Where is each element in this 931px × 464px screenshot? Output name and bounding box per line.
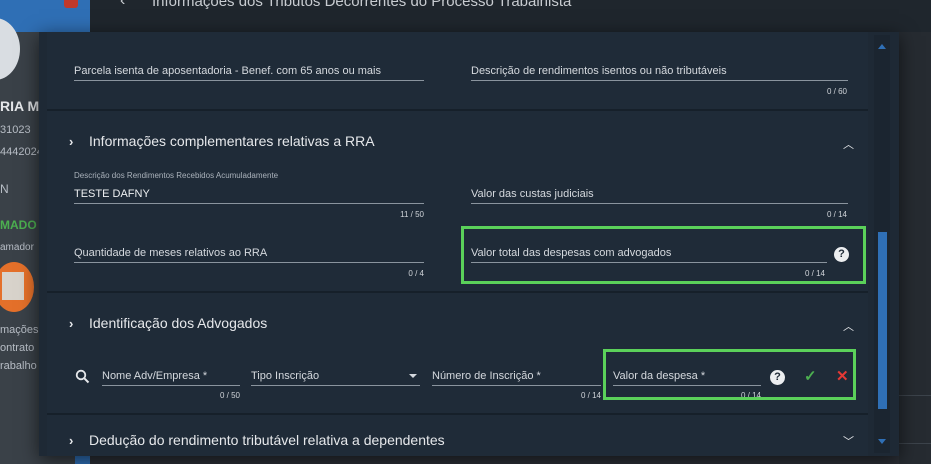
char-counter: 0 / 14 (580, 391, 601, 400)
divider (899, 443, 931, 444)
highlight-box-valor-despesa (603, 349, 856, 400)
field-underline (102, 385, 240, 386)
descricao-isentos-label: Descrição de rendimentos isentos ou não … (471, 65, 727, 77)
field-underline (471, 80, 848, 81)
chevron-up-icon[interactable]: ︿ (843, 318, 854, 334)
highlight-box-despesas-total (461, 226, 866, 284)
field-underline (74, 203, 424, 204)
user-line: N (0, 182, 9, 196)
back-arrow-icon[interactable]: ‹ (120, 0, 125, 10)
nome-advogado-label: Nome Adv/Empresa * (102, 370, 208, 382)
section-deducao-dependentes: › Dedução do rendimento tributável relat… (47, 415, 868, 456)
char-counter: 11 / 50 (400, 210, 424, 219)
field-underline (251, 385, 420, 386)
advogados-section-header[interactable]: › Identificação dos Advogados (69, 315, 267, 331)
chevron-right-icon: › (69, 133, 74, 149)
background-panel (899, 32, 931, 464)
scroll-up-arrow-icon[interactable] (878, 44, 886, 49)
parcela-isenta-label: Parcela isenta de aposentadoria - Benef.… (74, 65, 381, 77)
scroll-down-arrow-icon[interactable] (878, 439, 886, 444)
status-subtext: amador (0, 242, 34, 253)
chevron-up-icon[interactable]: ︿ (843, 136, 854, 152)
dropdown-arrow-icon (409, 374, 417, 378)
search-icon[interactable] (75, 369, 90, 384)
sidebar-menu-item-2[interactable]: ontrato (0, 342, 34, 354)
char-counter: 0 / 14 (826, 210, 847, 219)
user-name: RIA M (0, 98, 40, 114)
chevron-right-icon: › (69, 432, 74, 448)
descricao-rra-label: Descrição dos Rendimentos Recebidos Acum… (74, 171, 279, 180)
field-underline (432, 385, 601, 386)
dialog-scrollbar[interactable] (874, 35, 890, 453)
field-underline (74, 262, 424, 263)
advogados-section-title: Identificação dos Advogados (89, 315, 268, 331)
tipo-inscricao-label: Tipo Inscrição (251, 370, 320, 382)
field-underline (74, 80, 424, 81)
custas-judiciais-label: Valor das custas judiciais (471, 188, 594, 200)
page-title: Informações dos Tributos Decorrentes do … (152, 0, 572, 10)
descricao-rra-value: TESTE DAFNY (74, 188, 150, 200)
parcela-isenta-field[interactable]: Parcela isenta de aposentadoria - Benef.… (74, 64, 424, 84)
document-paper (2, 272, 24, 300)
sidebar-menu-item-3[interactable]: rabalho (0, 360, 37, 372)
notification-badge (64, 0, 78, 8)
numero-inscricao-label: Número de Inscrição * (432, 370, 541, 382)
chevron-down-icon[interactable]: ﹀ (843, 433, 854, 449)
rra-section-header[interactable]: › Informações complementares relativas a… (69, 133, 375, 149)
section-rendimentos-isentos: Parcela isenta de aposentadoria - Benef.… (47, 32, 868, 109)
user-id: 31023 (0, 124, 31, 136)
chevron-right-icon: › (69, 315, 74, 331)
custas-judiciais-field[interactable]: Valor das custas judiciais 0 / 14 (471, 187, 848, 221)
divider (899, 395, 931, 396)
char-counter: 0 / 60 (826, 87, 847, 96)
quantidade-meses-label: Quantidade de meses relativos ao RRA (74, 247, 268, 259)
nome-advogado-field[interactable]: Nome Adv/Empresa * 0 / 50 (102, 369, 240, 403)
field-underline (471, 203, 848, 204)
quantidade-meses-field[interactable]: Quantidade de meses relativos ao RRA 0 /… (74, 246, 424, 280)
user-phone: 4442024 (0, 146, 43, 158)
tipo-inscricao-select[interactable]: Tipo Inscrição (251, 369, 420, 389)
status-badge: MADO (0, 218, 37, 232)
char-counter: 0 / 50 (219, 391, 240, 400)
char-counter: 0 / 4 (408, 269, 424, 278)
descricao-rra-field[interactable]: Descrição dos Rendimentos Recebidos Acum… (74, 171, 424, 221)
scroll-thumb[interactable] (878, 232, 887, 409)
rra-section-title: Informações complementares relativas a R… (89, 133, 375, 149)
deducao-section-title: Dedução do rendimento tributável relativ… (89, 432, 445, 448)
deducao-section-header[interactable]: › Dedução do rendimento tributável relat… (69, 432, 445, 448)
descricao-isentos-field[interactable]: Descrição de rendimentos isentos ou não … (471, 64, 848, 98)
numero-inscricao-field[interactable]: Número de Inscrição * 0 / 14 (432, 369, 601, 403)
sidebar-menu-item-1[interactable]: mações (0, 324, 39, 336)
